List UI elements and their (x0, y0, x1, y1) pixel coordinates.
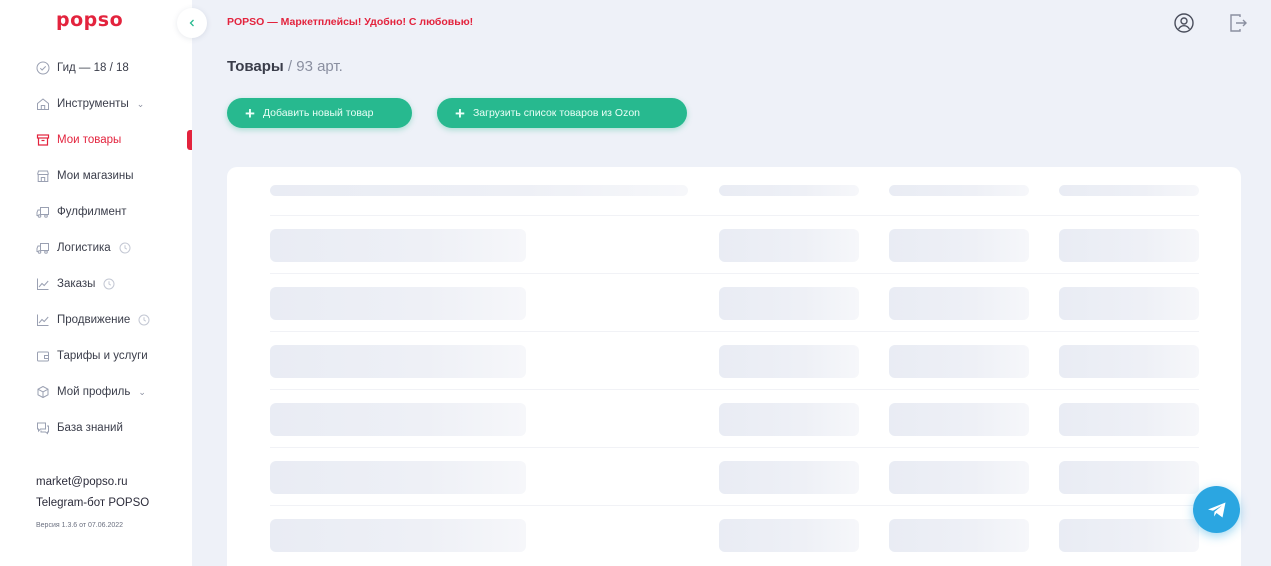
sidebar-item-fulfillment[interactable]: Фулфилмент (0, 194, 192, 230)
sidebar-item-guide[interactable]: Гид — 18 / 18 (0, 50, 192, 86)
chevron-down-icon: ⌄ (136, 98, 145, 109)
clock-icon (138, 314, 150, 326)
truck-icon (36, 241, 50, 255)
telegram-chat-button[interactable] (1193, 486, 1240, 533)
sidebar-item-tools[interactable]: Инструменты ⌄ (0, 86, 192, 122)
skeleton-cell (1059, 461, 1199, 494)
sidebar-item-label: Мои магазины (57, 170, 134, 182)
sidebar-item-logistics[interactable]: Логистика (0, 230, 192, 266)
skeleton-cell (889, 403, 1029, 436)
clock-icon (119, 242, 131, 254)
sidebar-item-orders[interactable]: Заказы (0, 266, 192, 302)
sidebar-item-label: Фулфилмент (57, 206, 127, 218)
row-divider (270, 505, 1199, 506)
logout-icon[interactable] (1227, 12, 1249, 34)
active-indicator (187, 130, 192, 150)
upload-ozon-button[interactable]: + Загрузить список товаров из Ozon (437, 98, 687, 128)
skeleton-cell (270, 287, 526, 320)
skeleton-cell (270, 345, 526, 378)
skeleton-header-cell (719, 185, 859, 196)
skeleton-cell (889, 345, 1029, 378)
home-icon (36, 97, 50, 111)
skeleton-header-cell (270, 185, 688, 196)
sidebar-item-label: Продвижение (57, 314, 131, 326)
products-table-loading (227, 167, 1241, 566)
skeleton-cell (270, 519, 526, 552)
skeleton-cell (270, 461, 526, 494)
sidebar-item-label: База знаний (57, 422, 123, 434)
contact-email-link[interactable]: market@popso.ru (36, 474, 149, 495)
cube-icon (36, 385, 50, 399)
logo[interactable]: popso (56, 9, 123, 31)
upload-ozon-label: Загрузить список товаров из Ozon (472, 107, 641, 119)
sidebar-item-label: Гид — 18 / 18 (57, 62, 129, 74)
telegram-bot-link[interactable]: Telegram-бот POPSO (36, 495, 149, 516)
sidebar-contacts: market@popso.ru Telegram-бот POPSO Верси… (36, 474, 149, 529)
skeleton-cell (1059, 345, 1199, 378)
skeleton-cell (1059, 519, 1199, 552)
sidebar-item-label: Мой профиль (57, 386, 131, 398)
skeleton-cell (1059, 229, 1199, 262)
skeleton-cell (719, 229, 859, 262)
sidebar-item-label: Тарифы и услуги (57, 350, 148, 362)
skeleton-cell (719, 403, 859, 436)
row-divider (270, 389, 1199, 390)
skeleton-cell (1059, 403, 1199, 436)
chevron-down-icon: ⌄ (138, 386, 146, 397)
chevron-left-icon (189, 19, 194, 27)
sidebar-item-profile[interactable]: Мой профиль ⌄ (0, 374, 192, 410)
skeleton-cell (719, 461, 859, 494)
products-count: / 93 арт. (287, 58, 343, 75)
sidebar-item-promotion[interactable]: Продвижение (0, 302, 192, 338)
sidebar-item-knowledge-base[interactable]: База знаний (0, 410, 192, 446)
chart-line-icon (36, 277, 50, 291)
chat-icon (36, 421, 50, 435)
row-divider (270, 215, 1199, 216)
sidebar-item-tariffs[interactable]: Тарифы и услуги (0, 338, 192, 374)
skeleton-cell (889, 519, 1029, 552)
page-title: Товары / 93 арт. (227, 58, 343, 75)
skeleton-cell (719, 345, 859, 378)
sidebar-item-label: Инструменты (57, 98, 129, 110)
app-version: Версия 1.3.6 от 07.06.2022 (36, 522, 124, 529)
plus-icon: + (245, 103, 255, 123)
skeleton-cell (889, 287, 1029, 320)
store-icon (36, 169, 50, 183)
sidebar-item-label: Заказы (57, 278, 96, 290)
sidebar-nav: Гид — 18 / 18 Инструменты ⌄ Мои товары М… (0, 50, 192, 446)
skeleton-cell (889, 461, 1029, 494)
header-tagline: POPSO — Маркетплейсы! Удобно! С любовью! (227, 16, 474, 28)
plus-icon: + (455, 103, 465, 123)
sidebar-item-my-stores[interactable]: Мои магазины (0, 158, 192, 194)
skeleton-cell (1059, 287, 1199, 320)
skeleton-cell (719, 519, 859, 552)
check-circle-icon (36, 61, 50, 75)
row-divider (270, 331, 1199, 332)
wallet-icon (36, 349, 50, 363)
box-icon (36, 133, 50, 147)
truck-icon (36, 205, 50, 219)
skeleton-cell (270, 403, 526, 436)
skeleton-header-cell (1059, 185, 1199, 196)
row-divider (270, 447, 1199, 448)
user-circle-icon[interactable] (1173, 12, 1195, 34)
skeleton-cell (270, 229, 526, 262)
telegram-icon (1207, 502, 1225, 517)
add-product-label: Добавить новый товар (262, 107, 374, 119)
skeleton-cell (889, 229, 1029, 262)
row-divider (270, 273, 1199, 274)
page-title-text: Товары (227, 58, 284, 75)
sidebar-item-label: Мои товары (57, 134, 122, 146)
skeleton-header-cell (889, 185, 1029, 196)
sidebar-item-label: Логистика (57, 242, 111, 254)
add-product-button[interactable]: + Добавить новый товар (227, 98, 412, 128)
sidebar-item-my-products[interactable]: Мои товары (0, 122, 192, 158)
sidebar-collapse-button[interactable] (177, 8, 207, 38)
chart-line-icon (36, 313, 50, 327)
sidebar: popso Гид — 18 / 18 Инструменты ⌄ Мои то… (0, 0, 192, 566)
clock-icon (103, 278, 115, 290)
skeleton-cell (719, 287, 859, 320)
